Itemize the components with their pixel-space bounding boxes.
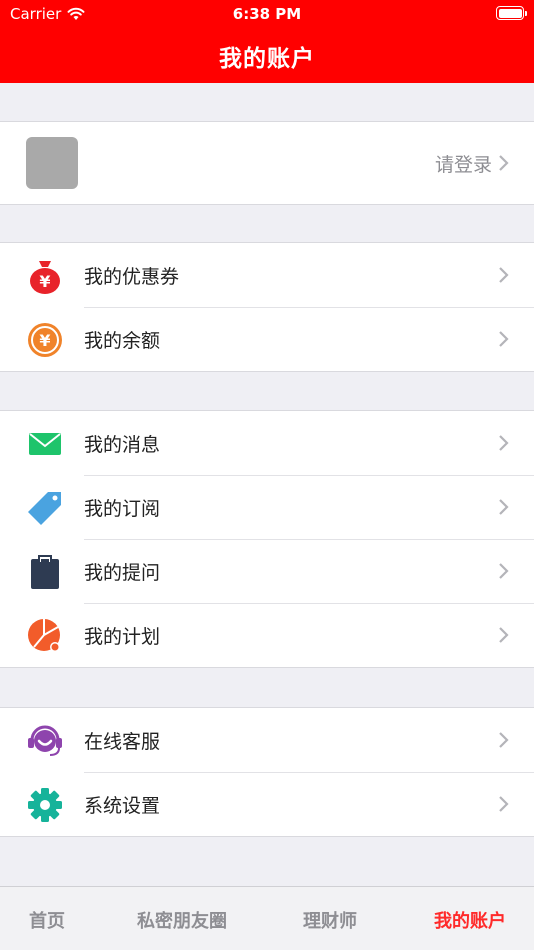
tag-icon [26, 489, 64, 527]
chevron-right-icon [499, 435, 509, 451]
login-row[interactable]: 请登录 [0, 122, 534, 204]
chevron-right-icon [499, 796, 509, 812]
activity-group: 我的消息 我的订阅 我的提问 我的计划 [0, 410, 534, 668]
tab-private-moments[interactable]: 私密朋友圈 [137, 907, 227, 933]
avatar[interactable] [26, 137, 78, 189]
tab-home[interactable]: 首页 [29, 907, 65, 933]
menu-label: 在线客服 [84, 730, 161, 753]
tab-advisor[interactable]: 理财师 [303, 907, 357, 933]
headset-icon [26, 722, 64, 760]
wallet-group: ¥ 我的优惠券 ¥ 我的余额 [0, 242, 534, 372]
chevron-right-icon [499, 267, 509, 283]
menu-row-questions[interactable]: 我的提问 [0, 539, 534, 603]
nav-bar: 我的账户 [0, 28, 534, 83]
chevron-right-icon [499, 627, 509, 643]
tab-bar: 首页 私密朋友圈 理财师 我的账户 [0, 886, 534, 950]
login-group: 请登录 [0, 121, 534, 205]
page-title: 我的账户 [219, 45, 315, 72]
envelope-icon [26, 425, 64, 463]
menu-label: 我的提问 [84, 561, 161, 584]
yen-coin-icon: ¥ [26, 321, 64, 359]
status-bar: Carrier 6:38 PM [0, 0, 534, 28]
chevron-right-icon [499, 563, 509, 579]
gear-icon [26, 786, 64, 824]
chevron-right-icon [499, 155, 509, 171]
support-group: 在线客服 系统设置 [0, 707, 534, 837]
menu-label: 系统设置 [84, 794, 161, 817]
menu-row-balance[interactable]: ¥ 我的余额 [0, 307, 534, 371]
menu-label: 我的订阅 [84, 497, 161, 520]
svg-text:¥: ¥ [39, 272, 50, 291]
status-time: 6:38 PM [232, 5, 302, 23]
menu-row-subscriptions[interactable]: 我的订阅 [0, 475, 534, 539]
battery-icon [496, 6, 527, 20]
menu-row-support[interactable]: 在线客服 [0, 708, 534, 772]
money-bag-icon: ¥ [26, 257, 64, 295]
pie-chart-icon [26, 617, 64, 655]
menu-label: 我的计划 [84, 625, 161, 648]
menu-label: 我的余额 [84, 329, 161, 352]
svg-text:¥: ¥ [39, 331, 50, 350]
menu-row-messages[interactable]: 我的消息 [0, 411, 534, 475]
clipboard-icon [26, 553, 64, 591]
tab-my-account[interactable]: 我的账户 [434, 907, 506, 933]
menu-label: 我的消息 [84, 433, 161, 456]
menu-label: 我的优惠券 [84, 265, 180, 288]
login-text: 请登录 [434, 154, 492, 176]
menu-row-settings[interactable]: 系统设置 [0, 772, 534, 836]
chevron-right-icon [499, 732, 509, 748]
menu-row-plans[interactable]: 我的计划 [0, 603, 534, 667]
chevron-right-icon [499, 331, 509, 347]
chevron-right-icon [499, 499, 509, 515]
menu-row-coupons[interactable]: ¥ 我的优惠券 [0, 243, 534, 307]
